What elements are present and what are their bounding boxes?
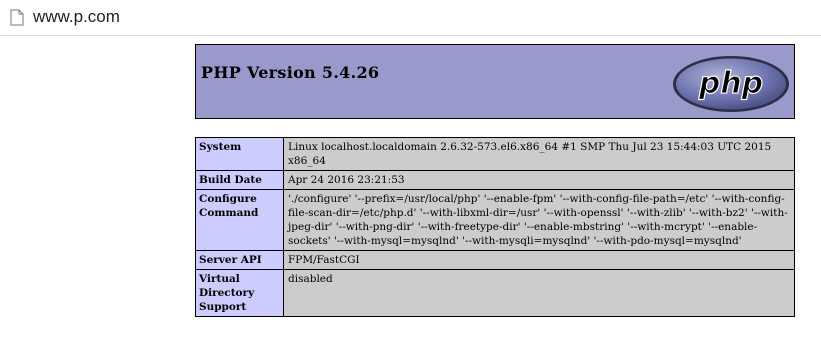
row-key: System [195, 137, 284, 171]
logo-text: php [698, 66, 763, 101]
row-value: disabled [283, 269, 795, 317]
row-key: Virtual Directory Support [195, 269, 284, 317]
row-key: Server API [195, 250, 284, 270]
info-table: System Linux localhost.localdomain 2.6.3… [195, 137, 795, 317]
row-value: FPM/FastCGI [283, 250, 795, 270]
row-value: Apr 24 2016 23:21:53 [283, 170, 795, 190]
table-row: System Linux localhost.localdomain 2.6.3… [195, 137, 795, 171]
table-row: Server API FPM/FastCGI [195, 250, 795, 270]
table-row: Configure Command './configure' '--prefi… [195, 189, 795, 251]
page-icon [10, 9, 24, 26]
row-value: './configure' '--prefix=/usr/local/php' … [283, 189, 795, 251]
row-key: Build Date [195, 170, 284, 190]
php-logo: php [673, 56, 789, 112]
row-key: Configure Command [195, 189, 284, 251]
php-version-header: PHP Version 5.4.26 php [195, 44, 795, 119]
page-title: PHP Version 5.4.26 [201, 63, 380, 82]
table-row: Build Date Apr 24 2016 23:21:53 [195, 170, 795, 190]
url-text[interactable]: www.p.com [33, 6, 120, 28]
table-row: Virtual Directory Support disabled [195, 269, 795, 317]
row-value: Linux localhost.localdomain 2.6.32-573.e… [283, 137, 795, 171]
address-bar[interactable]: www.p.com [0, 0, 821, 36]
phpinfo-content: PHP Version 5.4.26 php System Linux loca… [195, 44, 795, 317]
